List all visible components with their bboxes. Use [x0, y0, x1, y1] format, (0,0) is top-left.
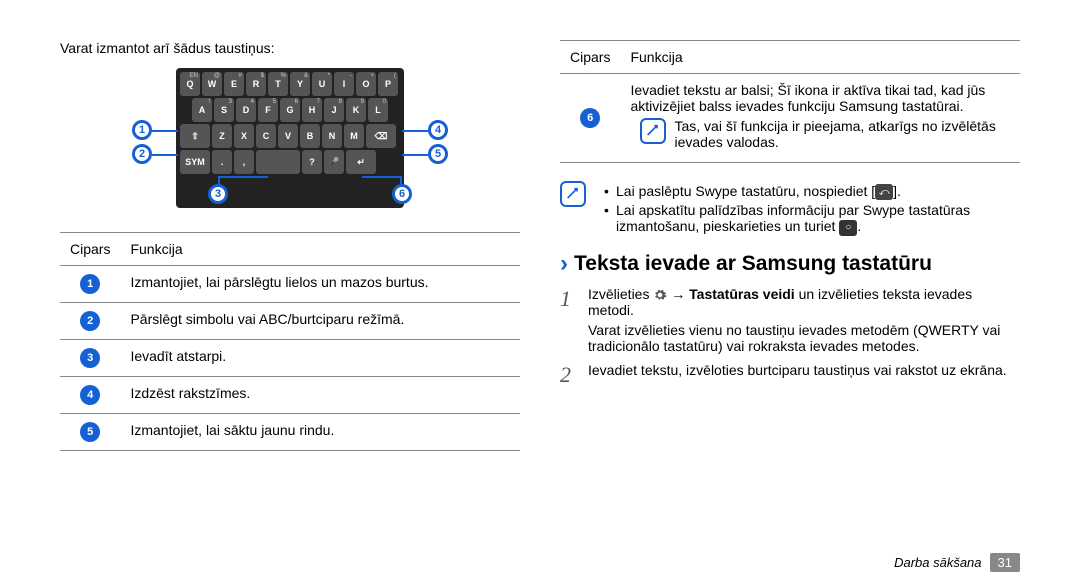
function-table-right: Cipars Funkcija 6 Ievadiet tekstu ar bal…: [560, 40, 1020, 163]
back-key-icon: ⤺: [875, 184, 893, 200]
table-row-num: 1: [60, 266, 120, 303]
row6-note: Tas, vai šī funkcija ir pieejama, atkarī…: [674, 118, 1010, 150]
col-header-funkcija: Funkcija: [120, 233, 520, 266]
keyboard-key: A!: [192, 98, 212, 122]
keyboard-key: J8: [324, 98, 344, 122]
function-table-left: Cipars Funkcija 1Izmantojiet, lai pārslē…: [60, 232, 520, 451]
callout-6: 6: [392, 184, 412, 204]
keyboard-key: I-: [334, 72, 354, 96]
keyboard-key: ⇧: [180, 124, 210, 148]
keyboard-key: R$: [246, 72, 266, 96]
keyboard-key: G6: [280, 98, 300, 122]
col-header-funkcija: Funkcija: [620, 41, 1020, 74]
step-2: 2 Ievadiet tekstu, izvēloties burtciparu…: [560, 362, 1020, 388]
tip-1: Lai paslēptu Swype tastatūru, nospiediet…: [604, 183, 1020, 200]
keyboard-key: H7: [302, 98, 322, 122]
table-row-text: Izdzēst rakstzīmes.: [120, 377, 520, 414]
footer-section: Darba sākšana: [894, 555, 981, 570]
keyboard-key: T%: [268, 72, 288, 96]
keyboard-illustration: QENW@E#R$T%Y&U*I-O+P( A!S3D4F5G6H7J8K9L0 ⇧…: [60, 68, 520, 208]
table-row-text: Izmantojiet, lai pārslēgtu lielos un maz…: [120, 266, 520, 303]
keyboard-key: ↵: [346, 150, 376, 174]
table-row-num: 4: [60, 377, 120, 414]
callout-4: 4: [428, 120, 448, 140]
col-header-cipars: Cipars: [60, 233, 120, 266]
keyboard-key: ,: [234, 150, 254, 174]
col-header-cipars: Cipars: [560, 41, 620, 74]
gear-icon: [653, 288, 667, 302]
keyboard-key: W@: [202, 72, 222, 96]
keyboard-key: L0: [368, 98, 388, 122]
keyboard-key: SYM: [180, 150, 210, 174]
tips-block: Lai paslēptu Swype tastatūru, nospiediet…: [560, 181, 1020, 238]
swype-key-icon: ○: [839, 220, 857, 236]
keyboard-key: D4: [236, 98, 256, 122]
keyboard-key: E#: [224, 72, 244, 96]
table-row-num: 5: [60, 414, 120, 451]
note-icon: [560, 181, 586, 207]
row6-cell: Ievadiet tekstu ar balsi; Šī ikona ir ak…: [620, 74, 1020, 163]
keyboard-key: ⌫: [366, 124, 396, 148]
keyboard-key: P(: [378, 72, 398, 96]
keyboard-key: ?: [302, 150, 322, 174]
keyboard-key: X: [234, 124, 254, 148]
keyboard-key: QEN: [180, 72, 200, 96]
right-column: Cipars Funkcija 6 Ievadiet tekstu ar bal…: [560, 40, 1020, 469]
keyboard-key: Y&: [290, 72, 310, 96]
tip-2: Lai apskatītu palīdzības informāciju par…: [604, 202, 1020, 235]
keyboard-key: O+: [356, 72, 376, 96]
callout-1: 1: [132, 120, 152, 140]
table-row-text: Pārslēgt simbolu vai ABC/burtciparu režī…: [120, 303, 520, 340]
table-row-text: Ievadīt atstarpi.: [120, 340, 520, 377]
keyboard-key: C: [256, 124, 276, 148]
keyboard-key: Z: [212, 124, 232, 148]
keyboard-key: .: [212, 150, 232, 174]
keyboard-key: F5: [258, 98, 278, 122]
step-1-sub: Varat izvēlieties vienu no taustiņu ieva…: [588, 322, 1020, 354]
keyboard-key: S3: [214, 98, 234, 122]
keyboard-key: [256, 150, 300, 174]
callout-2: 2: [132, 144, 152, 164]
keyboard-key: B: [300, 124, 320, 148]
page-footer: Darba sākšana 31: [894, 553, 1020, 572]
note-icon: [640, 118, 666, 144]
table-row-text: Izmantojiet, lai sāktu jaunu rindu.: [120, 414, 520, 451]
footer-page: 31: [990, 553, 1020, 572]
keyboard-key: 🎤: [324, 150, 344, 174]
keyboard-key: K9: [346, 98, 366, 122]
row6-text: Ievadiet tekstu ar balsi; Šī ikona ir ak…: [630, 82, 1010, 114]
callout-5: 5: [428, 144, 448, 164]
table-row-num: 2: [60, 303, 120, 340]
callout-3: 3: [208, 184, 228, 204]
keyboard-key: N: [322, 124, 342, 148]
left-column: Varat izmantot arī šādus taustiņus: QENW…: [60, 40, 520, 469]
section-heading: › Teksta ievade ar Samsung tastatūru: [560, 252, 1020, 276]
table-row-num: 3: [60, 340, 120, 377]
keyboard-key: M: [344, 124, 364, 148]
keyboard-key: U*: [312, 72, 332, 96]
step-1: 1 Izvēlieties → Tastatūras veidi un izvē…: [560, 286, 1020, 354]
chevron-icon: ›: [560, 252, 568, 276]
intro-text: Varat izmantot arī šādus taustiņus:: [60, 40, 520, 56]
row6-num: 6: [560, 74, 620, 163]
keyboard-key: V: [278, 124, 298, 148]
